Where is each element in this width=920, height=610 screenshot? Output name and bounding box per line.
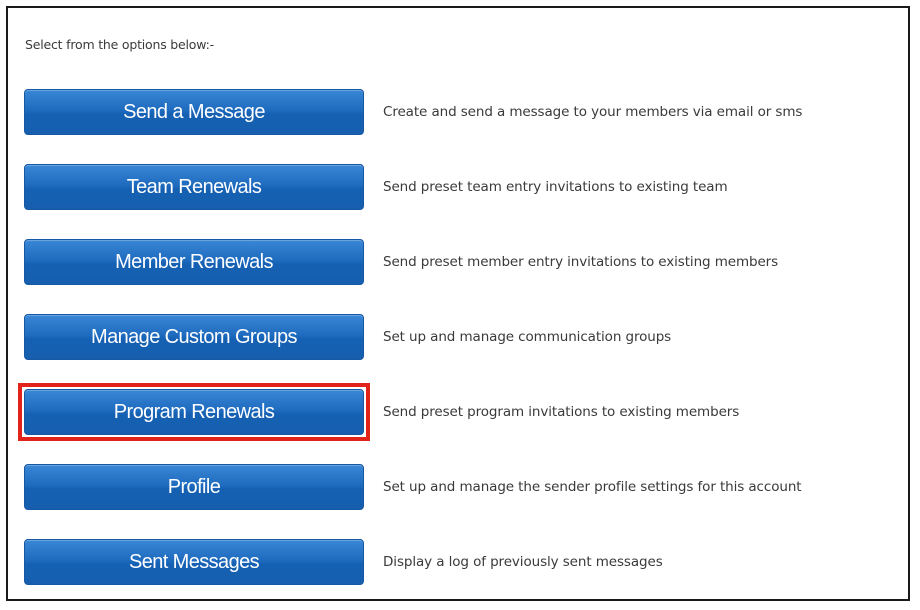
option-row-sent-messages: Sent Messages Display a log of previousl… xyxy=(24,539,904,585)
profile-description: Set up and manage the sender profile set… xyxy=(383,479,802,495)
program-renewals-description: Send preset program invitations to exist… xyxy=(383,404,740,420)
option-row-team-renewals: Team Renewals Send preset team entry inv… xyxy=(24,164,904,210)
manage-custom-groups-button[interactable]: Manage Custom Groups xyxy=(24,314,364,360)
manage-custom-groups-description: Set up and manage communication groups xyxy=(383,329,672,345)
option-row-member-renewals: Member Renewals Send preset member entry… xyxy=(24,239,904,285)
option-row-manage-custom-groups: Manage Custom Groups Set up and manage c… xyxy=(24,314,904,360)
team-renewals-button[interactable]: Team Renewals xyxy=(24,164,364,210)
member-renewals-button[interactable]: Member Renewals xyxy=(24,239,364,285)
sent-messages-button[interactable]: Sent Messages xyxy=(24,539,364,585)
profile-button[interactable]: Profile xyxy=(24,464,364,510)
intro-text: Select from the options below:- xyxy=(25,37,214,52)
option-row-profile: Profile Set up and manage the sender pro… xyxy=(24,464,904,510)
send-message-button[interactable]: Send a Message xyxy=(24,89,364,135)
sent-messages-description: Display a log of previously sent message… xyxy=(383,554,663,570)
member-renewals-description: Send preset member entry invitations to … xyxy=(383,254,779,270)
send-message-description: Create and send a message to your member… xyxy=(383,104,803,120)
option-row-program-renewals: Program Renewals Send preset program inv… xyxy=(18,383,904,441)
team-renewals-description: Send preset team entry invitations to ex… xyxy=(383,179,728,195)
option-row-send-message: Send a Message Create and send a message… xyxy=(24,89,904,135)
options-panel: Select from the options below:- Send a M… xyxy=(6,6,910,601)
program-renewals-button[interactable]: Program Renewals xyxy=(24,389,364,435)
